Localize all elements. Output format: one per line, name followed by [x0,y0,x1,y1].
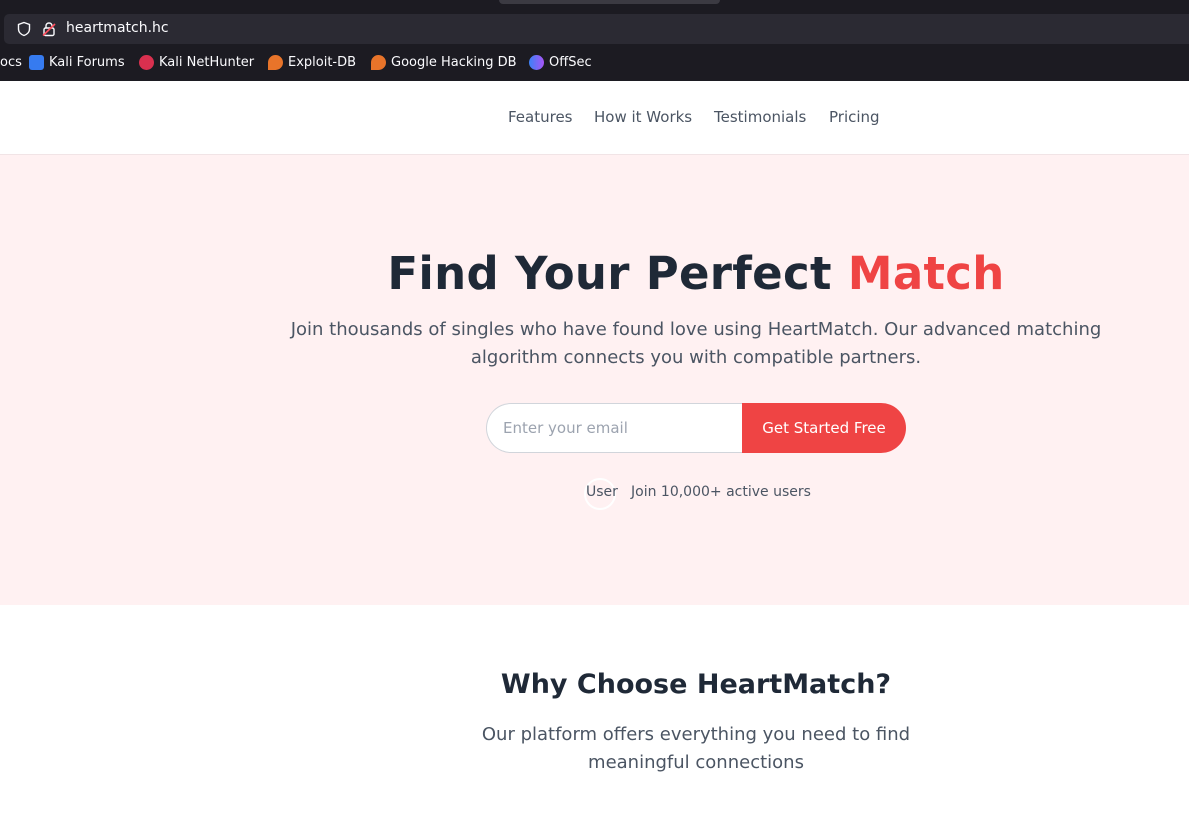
bookmark-kali-forums[interactable]: Kali Forums [29,55,125,70]
bookmark-label: OffSec [549,55,592,70]
nav-link-pricing[interactable]: Pricing [829,108,880,126]
hero-subtitle: Join thousands of singles who have found… [290,319,1102,368]
bookmark-label: ocs [0,55,22,70]
bookmark-label: Kali Forums [49,55,125,70]
bookmark-label: Kali NetHunter [159,55,255,70]
active-users-text: Join 10,000+ active users [631,484,811,500]
nav-link-how-it-works[interactable]: How it Works [594,108,692,126]
kali-forums-icon [29,55,44,70]
bookmark-kali-nethunter[interactable]: Kali NetHunter [139,55,254,70]
insecure-lock-icon[interactable] [41,21,57,37]
avatar: User [584,478,618,510]
hero-title-main: Find Your Perfect [387,247,832,300]
bookmark-label: Google Hacking DB [391,55,517,70]
bookmark-google-hacking-db[interactable]: Google Hacking DB [371,55,517,70]
url-text[interactable]: heartmatch.hc [66,20,169,36]
hero-title: Find Your Perfect Match [0,247,1189,300]
email-input[interactable] [486,403,746,453]
web-page: Features How it Works Testimonials Prici… [0,81,1189,832]
site-navbar: Features How it Works Testimonials Prici… [0,81,1189,155]
bookmark-label: Exploit-DB [288,55,357,70]
offsec-icon [529,55,544,70]
bookmark-docs[interactable]: ocs [0,55,22,70]
ghdb-icon [371,55,386,70]
get-started-button[interactable]: Get Started Free [742,403,906,453]
nav-link-features[interactable]: Features [508,108,573,126]
bookmarks-bar: ocs Kali Forums Kali NetHunter Exploit-D… [0,52,1189,76]
signup-form: Get Started Free [486,403,906,453]
avatar-alt-text: User [586,484,618,500]
url-bar[interactable]: heartmatch.hc [4,14,1189,44]
features-subtitle: Our platform offers everything you need … [481,724,911,773]
bookmark-offsec[interactable]: OffSec [529,55,592,70]
active-tab[interactable] [499,0,720,4]
hero-title-accent: Match [847,247,1005,300]
features-title: Why Choose HeartMatch? [500,669,892,700]
exploit-db-icon [268,55,283,70]
shield-icon[interactable] [16,21,32,37]
hero-section: Find Your Perfect Match Join thousands o… [0,155,1189,605]
bookmark-exploit-db[interactable]: Exploit-DB [268,55,356,70]
nav-link-testimonials[interactable]: Testimonials [714,108,806,126]
kali-nethunter-icon [139,55,154,70]
tab-strip [0,0,1189,9]
browser-chrome: heartmatch.hc ocs Kali Forums Kali NetHu… [0,0,1189,81]
